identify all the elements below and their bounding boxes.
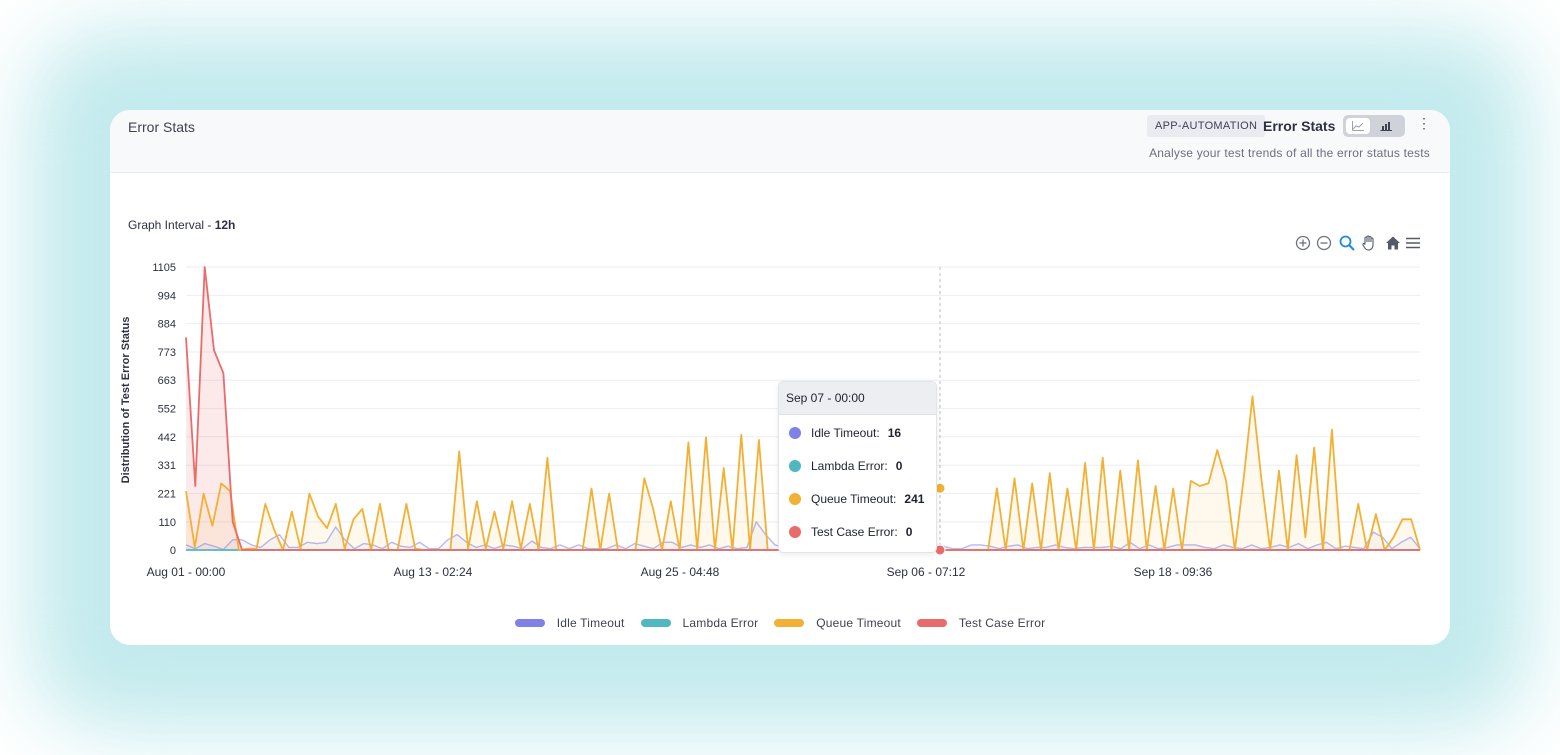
tooltip-value-lambda: 0 [895,459,903,473]
legend-swatch [774,619,805,627]
chart-legend: Idle Timeout Lambda Error Queue Timeout … [110,613,1450,633]
y-tick-label: 110 [158,517,176,529]
legend-label: Queue Timeout [816,616,901,630]
tooltip-title: Sep 07 - 00:00 [779,382,936,415]
legend-label: Test Case Error [958,616,1046,630]
x-tick-label: Aug 01 - 00:00 [147,565,226,579]
x-tick-label: Aug 25 - 04:48 [641,565,720,579]
chart-tooltip: Sep 07 - 00:00 Idle Timeout: 16 Lambda E… [778,381,937,553]
legend-label: Idle Timeout [556,616,625,630]
y-tick-label: 773 [158,347,176,359]
y-tick-label: 1105 [152,262,176,274]
x-tick-labels: Aug 01 - 00:00 Aug 13 - 02:24 Aug 25 - 04:… [147,565,1213,579]
y-tick-label: 221 [158,488,176,500]
tooltip-label-queue: Queue Timeout: [811,492,897,506]
tooltip-row-testcase: Test Case Error: 0 [789,524,912,540]
y-tick-labels: 0 110 221 331 442 552 663 773 884 994 1105 [152,262,176,557]
y-tick-label: 442 [158,432,176,444]
y-tick-label: 552 [158,404,176,416]
legend-swatch [514,619,545,627]
y-tick-label: 331 [158,460,176,472]
tooltip-dot-testcase [789,526,801,538]
legend-swatch [916,619,947,627]
tooltip-row-lambda: Lambda Error: 0 [789,458,902,474]
legend-label: Lambda Error [682,616,759,630]
tooltip-value-queue: 241 [904,492,925,506]
x-tick-label: Sep 18 - 09:36 [1134,565,1213,579]
y-tick-label: 0 [170,545,176,557]
y-tick-label: 884 [158,319,176,331]
tooltip-dot-queue [789,493,801,505]
legend-swatch [640,619,671,627]
legend-item-lambda-error[interactable]: Lambda Error [640,613,759,633]
tooltip-label-idle: Idle Timeout: [811,426,880,440]
tooltip-dot-idle [789,427,801,439]
tooltip-dot-lambda [789,460,801,472]
tooltip-label-lambda: Lambda Error: [811,459,888,473]
tooltip-label-testcase: Test Case Error: [811,525,898,539]
x-tick-label: Sep 06 - 07:12 [887,565,966,579]
legend-item-queue-timeout[interactable]: Queue Timeout [774,613,901,633]
x-tick-label: Aug 13 - 02:24 [394,565,473,579]
y-tick-label: 994 [158,290,176,302]
error-stats-card: Error Stats APP-AUTOMATION Error Stats ⋮… [110,110,1450,645]
tooltip-value-testcase: 0 [905,525,913,539]
tooltip-value-idle: 16 [887,426,902,440]
y-tick-label: 663 [158,375,176,387]
tooltip-row-idle: Idle Timeout: 16 [789,425,901,441]
legend-item-idle-timeout[interactable]: Idle Timeout [514,613,625,633]
tooltip-row-queue: Queue Timeout: 241 [789,491,924,507]
legend-item-test-case-error[interactable]: Test Case Error [916,613,1046,633]
